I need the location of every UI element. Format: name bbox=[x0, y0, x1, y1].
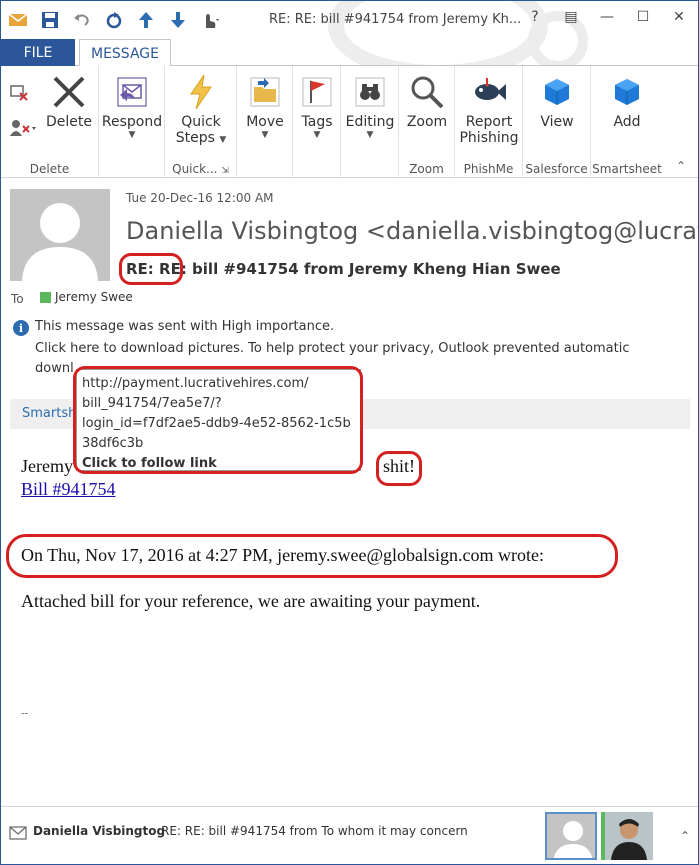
sender-avatar bbox=[10, 189, 110, 281]
recipient-name[interactable]: Jeremy Swee bbox=[55, 290, 133, 304]
sender-thumbnail[interactable] bbox=[545, 812, 597, 860]
undo-icon[interactable] bbox=[71, 9, 93, 31]
chevron-down-icon: ▼ bbox=[313, 130, 321, 140]
subject-rest: bill #941754 from Jeremy Kheng Hian Swee bbox=[186, 260, 561, 278]
quick-access-toolbar bbox=[7, 9, 221, 31]
envelope-icon bbox=[9, 825, 27, 844]
tab-file[interactable]: FILE bbox=[1, 39, 75, 66]
restore-icon[interactable]: ▤ bbox=[560, 9, 582, 25]
cube-icon bbox=[607, 72, 647, 112]
flag-icon bbox=[297, 72, 337, 112]
quote-body: Attached bill for your reference, we are… bbox=[21, 591, 481, 611]
group-smartsheet: Add Smartsheet bbox=[591, 66, 663, 178]
recipient-photo bbox=[605, 812, 653, 860]
dialog-launcher-icon[interactable]: ⇲ bbox=[221, 166, 229, 176]
message-subject: RE: RE: bill #941754 from Jeremy Kheng H… bbox=[126, 260, 561, 278]
delete-x-icon bbox=[49, 72, 89, 112]
recipient-thumbnail[interactable] bbox=[601, 812, 653, 860]
group-tags: Tags ▼ bbox=[293, 66, 341, 178]
subject-prefix: RE: RE: bbox=[126, 260, 187, 278]
maximize-icon[interactable]: ☐ bbox=[632, 9, 654, 25]
mail-icon[interactable] bbox=[7, 9, 29, 31]
group-move: Move ▼ bbox=[237, 66, 293, 178]
group-respond: Respond ▼ bbox=[99, 66, 165, 178]
chevron-down-icon: ▼ bbox=[219, 135, 227, 145]
delete-button[interactable]: Delete bbox=[45, 72, 93, 130]
cube-icon bbox=[537, 72, 577, 112]
group-zoom: Zoom Zoom bbox=[399, 66, 455, 178]
bill-link[interactable]: Bill #941754 bbox=[21, 479, 116, 500]
window-title: RE: RE: bill #941754 from Jeremy Kh... bbox=[269, 12, 522, 27]
person-icon bbox=[553, 821, 593, 858]
people-pane-subject: RE: RE: bill #941754 from To whom it may… bbox=[161, 824, 468, 838]
down-arrow-icon[interactable] bbox=[167, 9, 189, 31]
link-tooltip: http://payment.lucrativehires.com/ bill_… bbox=[76, 369, 361, 471]
collapse-ribbon-icon[interactable]: ⌃ bbox=[676, 159, 686, 173]
chevron-down-icon: ▼ bbox=[366, 130, 374, 140]
follow-link-hint: Click to follow link bbox=[82, 456, 217, 471]
lightning-icon bbox=[181, 72, 221, 112]
message-date: Tue 20-Dec-16 12:00 AM bbox=[126, 191, 274, 205]
zoom-button[interactable]: Zoom bbox=[399, 72, 455, 130]
move-button[interactable]: Move ▼ bbox=[237, 72, 293, 140]
respond-icon bbox=[112, 72, 152, 112]
presence-indicator bbox=[40, 292, 51, 303]
editing-button[interactable]: Editing ▼ bbox=[341, 72, 399, 140]
quick-steps-button[interactable]: Quick Steps ▼ bbox=[165, 72, 237, 146]
group-delete: Delete Delete bbox=[1, 66, 99, 178]
group-phishme: Report Phishing PhishMe bbox=[455, 66, 523, 178]
magnifier-icon bbox=[407, 72, 447, 112]
person-icon bbox=[22, 203, 98, 281]
download-pictures-notice-cont[interactable]: downl bbox=[35, 361, 74, 376]
group-editing: Editing ▼ bbox=[341, 66, 399, 178]
window-controls: ? ▤ — ☐ ✕ bbox=[524, 9, 690, 25]
help-icon[interactable]: ? bbox=[524, 9, 546, 25]
title-bar: RE: RE: bill #941754 from Jeremy Kh... ?… bbox=[1, 1, 698, 81]
smartsheet-bar-label[interactable]: Smartsh bbox=[22, 406, 76, 421]
close-icon[interactable]: ✕ bbox=[668, 9, 690, 25]
binoculars-icon bbox=[350, 72, 390, 112]
ribbon: Delete Delete Respond ▼ Quick Steps ▼ Qu… bbox=[1, 66, 698, 178]
ribbon-tabs: FILE MESSAGE bbox=[1, 39, 698, 67]
up-arrow-icon[interactable] bbox=[135, 9, 157, 31]
expand-people-pane-icon[interactable]: ⌃ bbox=[680, 829, 690, 843]
refresh-icon[interactable] bbox=[103, 9, 125, 31]
body-line-1: Jeremy bbox=[21, 456, 73, 476]
group-salesforce: View Salesforce bbox=[523, 66, 591, 178]
save-icon[interactable] bbox=[39, 9, 61, 31]
cleanup-icon[interactable] bbox=[9, 118, 37, 142]
quote-header: On Thu, Nov 17, 2016 at 4:27 PM, jeremy.… bbox=[21, 545, 545, 565]
outlook-window: RE: RE: bill #941754 from Jeremy Kh... ?… bbox=[0, 0, 699, 865]
respond-button[interactable]: Respond ▼ bbox=[99, 72, 165, 140]
people-pane-name[interactable]: Daniella Visbingtog bbox=[33, 824, 165, 838]
download-pictures-notice[interactable]: Click here to download pictures. To help… bbox=[35, 341, 630, 356]
sender-name[interactable]: Daniella Visbingtog <daniella.visbingtog… bbox=[126, 217, 698, 245]
people-pane: Daniella Visbingtog RE: RE: bill #941754… bbox=[1, 806, 698, 864]
body-line-1-end: shit! bbox=[383, 456, 416, 476]
touch-mode-icon[interactable] bbox=[199, 9, 221, 31]
info-icon: i bbox=[13, 320, 29, 336]
message-header: Tue 20-Dec-16 12:00 AM Daniella Visbingt… bbox=[1, 179, 698, 399]
smartsheet-add-button[interactable]: Add bbox=[591, 72, 663, 130]
chevron-down-icon: ▼ bbox=[128, 130, 136, 140]
signature-mark: -- bbox=[21, 707, 29, 719]
phishing-fish-icon bbox=[469, 72, 509, 112]
importance-notice: This message was sent with High importan… bbox=[35, 319, 335, 334]
to-label: To bbox=[11, 292, 24, 306]
salesforce-view-button[interactable]: View bbox=[523, 72, 591, 130]
move-folder-icon bbox=[245, 72, 285, 112]
report-phishing-button[interactable]: Report Phishing bbox=[455, 72, 523, 146]
tags-button[interactable]: Tags ▼ bbox=[293, 72, 341, 140]
minimize-icon[interactable]: — bbox=[596, 9, 618, 25]
chevron-down-icon: ▼ bbox=[261, 130, 269, 140]
ignore-icon[interactable] bbox=[9, 82, 29, 106]
tab-message[interactable]: MESSAGE bbox=[79, 39, 171, 67]
group-quick-steps: Quick Steps ▼ Quick... ⇲ bbox=[165, 66, 237, 178]
